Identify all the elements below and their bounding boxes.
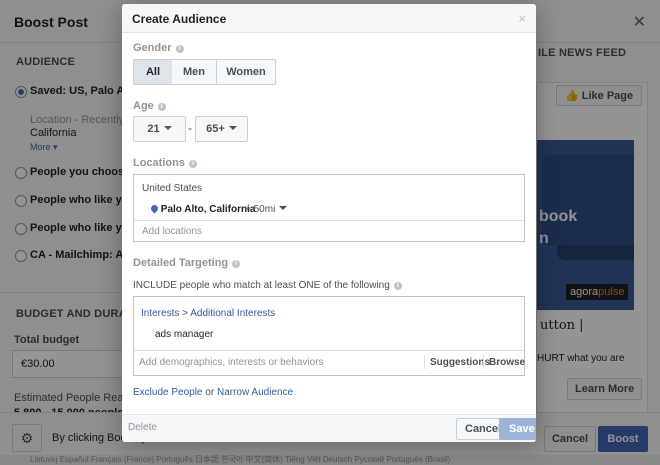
detailed-targeting-text: Detailed Targeting <box>133 257 229 269</box>
locations-box: United States Palo Alto, California + 50… <box>133 174 525 242</box>
gender-all-button[interactable]: All <box>133 59 173 85</box>
info-icon[interactable]: i <box>232 260 241 268</box>
create-audience-modal: Create Audience × Gender i All Men Women … <box>122 4 536 442</box>
crumb-additional-interests[interactable]: Additional Interests <box>190 308 275 319</box>
crumb-interests[interactable]: Interests <box>141 308 179 319</box>
age-min-dropdown[interactable]: 21 <box>133 116 186 142</box>
location-country: United States <box>142 183 203 194</box>
targeting-breadcrumb: Interests > Additional Interests <box>141 308 275 319</box>
location-city-name: Palo Alto, California <box>160 204 256 215</box>
detailed-targeting-label: Detailed Targeting i <box>133 257 241 269</box>
location-radius-value: + 50mi <box>245 204 276 215</box>
locations-label: Locations i <box>133 157 197 169</box>
or-text: or <box>205 387 215 398</box>
gender-men-button[interactable]: Men <box>172 59 217 85</box>
age-min-value: 21 <box>147 123 160 135</box>
age-max-value: 65+ <box>206 123 225 135</box>
include-text: INCLUDE people who match at least ONE of… <box>133 280 402 291</box>
divider <box>483 355 484 369</box>
locations-label-text: Locations <box>133 157 185 169</box>
interest-tag[interactable]: ads manager <box>155 329 213 340</box>
include-text-label: INCLUDE people who match at least ONE of… <box>133 280 390 291</box>
targeting-search-input[interactable]: Add demographics, interests or behaviors <box>139 357 324 368</box>
info-icon[interactable]: i <box>175 45 184 53</box>
browse-button[interactable]: Browse <box>489 357 525 368</box>
divider <box>134 220 524 221</box>
location-radius-dropdown[interactable]: + 50mi <box>245 204 288 215</box>
exclude-narrow-links: Exclude People or Narrow Audience <box>133 387 293 398</box>
divider <box>134 350 524 351</box>
age-separator: - <box>188 121 192 135</box>
chevron-down-icon <box>228 126 237 130</box>
divider <box>424 355 425 369</box>
close-icon[interactable]: × <box>518 11 526 26</box>
location-pin-icon <box>149 203 160 214</box>
narrow-audience-link[interactable]: Narrow Audience <box>217 387 293 398</box>
add-locations-input[interactable]: Add locations <box>142 226 202 237</box>
crumb-separator: > <box>182 308 188 319</box>
age-label-text: Age <box>133 100 154 112</box>
chevron-down-icon <box>163 126 172 130</box>
location-city[interactable]: Palo Alto, California <box>149 203 256 215</box>
gender-women-button[interactable]: Women <box>217 59 276 85</box>
targeting-box: Interests > Additional Interests ads man… <box>133 296 525 376</box>
modal-title: Create Audience <box>132 12 227 26</box>
suggestions-button[interactable]: Suggestions <box>430 357 490 368</box>
exclude-people-link[interactable]: Exclude People <box>133 387 203 398</box>
info-icon[interactable]: i <box>157 103 166 111</box>
age-max-dropdown[interactable]: 65+ <box>195 116 248 142</box>
info-icon[interactable]: i <box>393 282 402 290</box>
info-icon[interactable]: i <box>188 160 197 168</box>
chevron-down-icon <box>279 206 288 210</box>
gender-label-text: Gender <box>133 42 172 54</box>
save-button[interactable]: Save <box>499 418 536 440</box>
delete-button[interactable]: Delete <box>128 422 157 433</box>
age-label: Age i <box>133 100 166 112</box>
gender-label: Gender i <box>133 42 184 54</box>
